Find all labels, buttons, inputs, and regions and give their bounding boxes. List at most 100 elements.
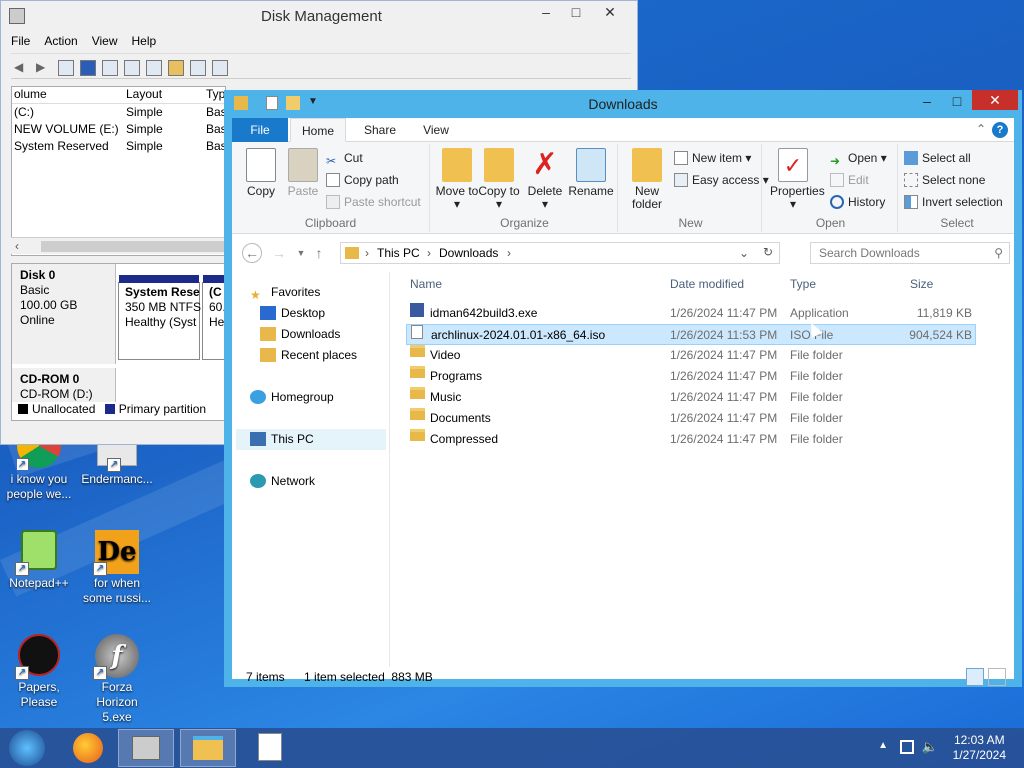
history-button[interactable]: History <box>830 192 885 212</box>
cdrom-label[interactable]: CD-ROM 0 CD-ROM (D:) <box>12 368 116 402</box>
refresh-icon[interactable] <box>124 60 140 76</box>
menu-action[interactable]: Action <box>44 34 77 48</box>
nav-downloads[interactable]: Downloads <box>260 324 418 345</box>
column-size[interactable]: Size <box>910 272 933 296</box>
tab-home[interactable]: Home <box>290 118 346 142</box>
menu-file[interactable]: File <box>11 34 30 48</box>
edit-button[interactable]: Edit <box>830 170 869 190</box>
file-list[interactable]: Name Date modified Type Size idman642bui… <box>402 272 1012 667</box>
paste-shortcut-button[interactable]: Paste shortcut <box>326 192 421 212</box>
desktop-icon-papers-please[interactable]: ↗ Papers, Please <box>2 634 76 710</box>
select-all-button[interactable]: Select all <box>904 148 971 168</box>
scroll-thumb[interactable] <box>41 241 226 252</box>
properties-button[interactable]: ✓ Properties ▾ <box>770 148 825 211</box>
explorer-window[interactable]: ▼ Downloads – □ ✕ File Home Share View ⌃… <box>224 90 1022 687</box>
file-row[interactable]: Compressed 1/26/2024 11:47 PM File folder <box>406 429 976 450</box>
nav-desktop[interactable]: Desktop <box>260 303 418 324</box>
back-icon[interactable]: ◀ <box>14 60 30 76</box>
chevron-up-icon[interactable]: ▲ <box>878 740 888 751</box>
select-none-button[interactable]: Select none <box>904 170 985 190</box>
column-date-modified[interactable]: Date modified <box>670 272 744 296</box>
disk0-label[interactable]: Disk 0 Basic 100.00 GB Online <box>12 264 116 364</box>
tab-share[interactable]: Share <box>352 118 408 142</box>
taskbar-firefox[interactable] <box>60 729 116 767</box>
search-input[interactable]: Search Downloads ⚲ <box>810 242 1010 264</box>
new-folder-button[interactable]: New folder <box>624 148 670 211</box>
invert-selection-button[interactable]: Invert selection <box>904 192 1003 212</box>
minimize-button[interactable]: – <box>531 1 561 23</box>
nav-recent-places[interactable]: Recent places <box>260 345 418 366</box>
close-button[interactable]: ✕ <box>595 1 625 23</box>
nav-homegroup[interactable]: Homegroup <box>250 387 408 408</box>
file-row[interactable]: Documents 1/26/2024 11:47 PM File folder <box>406 408 976 429</box>
desktop-icon-forza[interactable]: f ↗ Forza Horizon 5.exe <box>80 634 154 725</box>
file-row[interactable]: Programs 1/26/2024 11:47 PM File folder <box>406 366 976 387</box>
file-row[interactable]: Video 1/26/2024 11:47 PM File folder <box>406 345 976 366</box>
search-icon[interactable] <box>190 60 206 76</box>
column-type[interactable]: Typ <box>204 87 225 101</box>
delete-button[interactable]: ✗ Delete ▾ <box>522 148 568 211</box>
tab-file[interactable]: File <box>232 118 288 142</box>
nav-network[interactable]: Network <box>250 471 408 492</box>
properties-icon[interactable] <box>102 60 118 76</box>
taskbar-explorer[interactable] <box>180 729 236 767</box>
close-button[interactable]: ✕ <box>972 90 1018 110</box>
minimize-button[interactable]: – <box>912 90 942 112</box>
breadcrumb-downloads[interactable]: Downloads <box>439 246 498 260</box>
tab-view[interactable]: View <box>408 118 464 142</box>
copy-to-button[interactable]: Copy to ▾ <box>476 148 522 211</box>
nav-this-pc[interactable]: This PC <box>236 429 386 450</box>
volume-muted-icon[interactable]: 🔈 <box>922 739 938 755</box>
menu-help[interactable]: Help <box>132 34 157 48</box>
maximize-button[interactable]: □ <box>942 90 972 112</box>
volume-list[interactable]: olumeLayoutTyp (C:) Simple Basi NEW VOLUME… <box>11 86 226 256</box>
column-volume[interactable]: olume <box>12 87 124 101</box>
taskbar-app[interactable] <box>242 729 298 767</box>
easy-access-button[interactable]: Easy access ▾ <box>674 170 769 190</box>
chevron-down-icon[interactable]: ⌄ <box>739 246 749 260</box>
nav-favorites[interactable]: ★ Favorites <box>250 282 408 303</box>
folder-icon[interactable] <box>168 60 184 76</box>
move-to-button[interactable]: Move to ▾ <box>434 148 480 211</box>
disk-graphical-view[interactable]: Disk 0 Basic 100.00 GB Online System Res… <box>11 263 226 421</box>
maximize-button[interactable]: □ <box>561 1 591 23</box>
file-row[interactable]: idman642build3.exe 1/26/2024 11:47 PM Appl… <box>406 303 976 324</box>
taskbar-disk-management[interactable] <box>118 729 174 767</box>
partition-system-reserved[interactable]: System Rese 350 MB NTFS Healthy (Syst <box>118 275 201 360</box>
volume-row[interactable]: System Reserved Simple Basi <box>12 138 225 155</box>
title-bar[interactable]: ▼ Downloads – □ ✕ <box>224 90 1022 118</box>
breadcrumb-this-pc[interactable]: This PC <box>377 246 420 260</box>
file-row[interactable]: Music 1/26/2024 11:47 PM File folder <box>406 387 976 408</box>
column-type[interactable]: Type <box>790 272 816 296</box>
start-button[interactable] <box>4 729 50 767</box>
column-name[interactable]: Name <box>410 272 442 296</box>
desktop-icon-de[interactable]: De ↗ for when some russi... <box>80 530 154 606</box>
copy-button[interactable]: Copy <box>238 148 284 198</box>
paste-button[interactable]: Paste <box>280 148 326 198</box>
disk-icon[interactable] <box>212 60 228 76</box>
refresh-icon[interactable]: ↻ <box>763 245 773 259</box>
horizontal-scrollbar[interactable]: ‹ <box>11 237 226 254</box>
menu-view[interactable]: View <box>92 34 118 48</box>
open-button[interactable]: ➜ Open ▾ <box>830 148 887 168</box>
new-item-button[interactable]: New item ▾ <box>674 148 751 168</box>
scroll-left-icon[interactable]: ‹ <box>15 239 19 253</box>
help-icon[interactable] <box>80 60 96 76</box>
large-icons-view-icon[interactable] <box>988 668 1006 686</box>
list-icon[interactable] <box>58 60 74 76</box>
help-icon[interactable]: ? <box>992 122 1008 138</box>
column-layout[interactable]: Layout <box>124 87 204 101</box>
copy-path-button[interactable]: Copy path <box>326 170 399 190</box>
cut-button[interactable]: ✂ Cut <box>326 148 363 168</box>
up-button[interactable]: ↑ <box>308 242 330 264</box>
settings-icon[interactable] <box>146 60 162 76</box>
desktop-icon-notepadpp[interactable]: ↗ Notepad++ <box>2 530 76 591</box>
chevron-up-icon[interactable]: ⌃ <box>976 122 986 136</box>
address-bar[interactable]: › This PC › Downloads › ⌄ ↻ <box>340 242 780 264</box>
network-status-icon[interactable] <box>900 740 914 754</box>
desktop-icon-chrome[interactable]: ↗ i know you people we... <box>2 436 76 502</box>
partition-c[interactable]: (C 60.5 Hea <box>202 275 225 360</box>
back-button[interactable]: ← <box>242 243 262 263</box>
volume-row[interactable]: NEW VOLUME (E:) Simple Basi <box>12 121 225 138</box>
details-view-icon[interactable] <box>966 668 984 686</box>
